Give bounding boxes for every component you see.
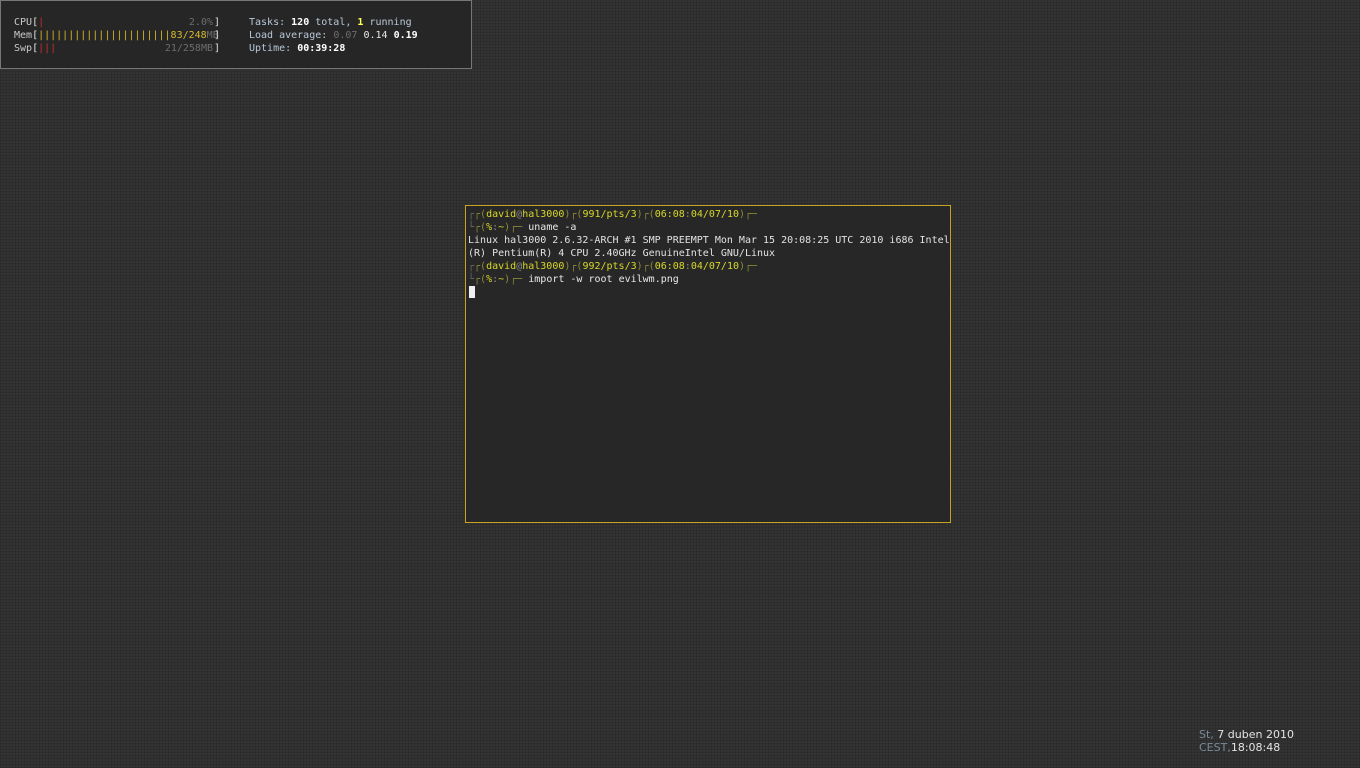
clock-date-line: St, 7 duben 2010 [1199, 728, 1339, 741]
load-5min: 0.14 [363, 30, 388, 41]
cpu-bar: | [38, 17, 45, 28]
htop-panel: CPU[| 2.0% ] Mem[||||||||||||||||||||||8… [0, 0, 472, 69]
load-line: Load average: 0.07 0.14 0.19 [249, 29, 469, 42]
load-15min: 0.19 [393, 30, 418, 41]
clock-timezone: CEST, [1199, 741, 1231, 754]
prompt-date: 04/07/10 [690, 209, 739, 220]
terminal-window[interactable]: ┌┌(david@hal3000)┌(991/pts/3)┌(06:08:04/… [465, 205, 951, 523]
prompt-host: hal3000 [522, 209, 565, 220]
prompt-time: 06:08 [654, 209, 685, 220]
prompt-line-1: ┌┌(david@hal3000)┌(991/pts/3)┌(06:08:04/… [468, 209, 758, 220]
clock-weekday: St, [1199, 728, 1214, 741]
uptime-value: 00:39:28 [297, 43, 346, 54]
swap-value: 21/258MB [164, 43, 213, 54]
prompt-tty: /pts/3 [600, 209, 637, 220]
tasks-label: Tasks: [249, 17, 286, 28]
prompt-user: david [486, 209, 517, 220]
mem-value-used: 83/248 [170, 30, 207, 41]
output-line-1: Linux hal3000 2.6.32-ARCH #1 SMP PREEMPT… [468, 235, 950, 246]
htop-stats: Tasks: 120 total, 1 running Load average… [249, 16, 469, 55]
command-text-1: uname -a [528, 222, 577, 233]
input-line[interactable] [468, 286, 948, 299]
text-cursor [469, 286, 475, 298]
mem-meter: Mem[||||||||||||||||||||||83/248MB ] [14, 30, 220, 41]
tasks-running: 1 [357, 17, 364, 28]
clock-widget: St, 7 duben 2010 CEST,18:08:48 [1199, 728, 1339, 754]
prompt-histnum: 992 [582, 261, 601, 272]
swap-label: Swp [14, 43, 33, 54]
tasks-total-suffix: total, [315, 17, 352, 28]
mem-label: Mem [14, 30, 33, 41]
clock-time-line: CEST,18:08:48 [1199, 741, 1339, 754]
tasks-total: 120 [291, 17, 310, 28]
load-1min: 0.07 [333, 30, 358, 41]
terminal-content[interactable]: ┌┌(david@hal3000)┌(991/pts/3)┌(06:08:04/… [468, 208, 950, 299]
prompt-line-2: ┌┌(david@hal3000)┌(992/pts/3)┌(06:08:04/… [468, 261, 758, 272]
prompt-date: 04/07/10 [690, 261, 739, 272]
htop-meters: CPU[| 2.0% ] Mem[||||||||||||||||||||||8… [14, 16, 220, 55]
cpu-value: 2.0% [188, 17, 213, 28]
output-line-2: (R) Pentium(R) 4 CPU 2.40GHz GenuineInte… [468, 248, 776, 259]
clock-date: 7 duben 2010 [1217, 728, 1294, 741]
mem-bar: |||||||||||||||||||||| [38, 30, 171, 41]
prompt-tty: /pts/3 [600, 261, 637, 272]
clock-time: 18:08:48 [1230, 741, 1281, 754]
swap-meter: Swp[||| 21/258MB ] [14, 43, 220, 54]
swap-bar: ||| [38, 43, 57, 54]
tasks-running-suffix: running [369, 17, 412, 28]
prompt-host: hal3000 [522, 261, 565, 272]
command-line-1: └┌(%:~)┌─ uname -a [468, 222, 577, 233]
cpu-label: CPU [14, 17, 33, 28]
command-line-2: └┌(%:~)┌─ import -w root evilwm.png [468, 274, 679, 285]
prompt-time: 06:08 [654, 261, 685, 272]
prompt-user: david [486, 261, 517, 272]
tasks-line: Tasks: 120 total, 1 running [249, 16, 469, 29]
command-text-2: import -w root evilwm.png [528, 274, 679, 285]
load-label: Load average: [249, 30, 328, 41]
uptime-line: Uptime: 00:39:28 [249, 42, 469, 55]
prompt-histnum: 991 [582, 209, 601, 220]
uptime-label: Uptime: [249, 43, 292, 54]
cpu-meter: CPU[| 2.0% ] [14, 17, 220, 28]
